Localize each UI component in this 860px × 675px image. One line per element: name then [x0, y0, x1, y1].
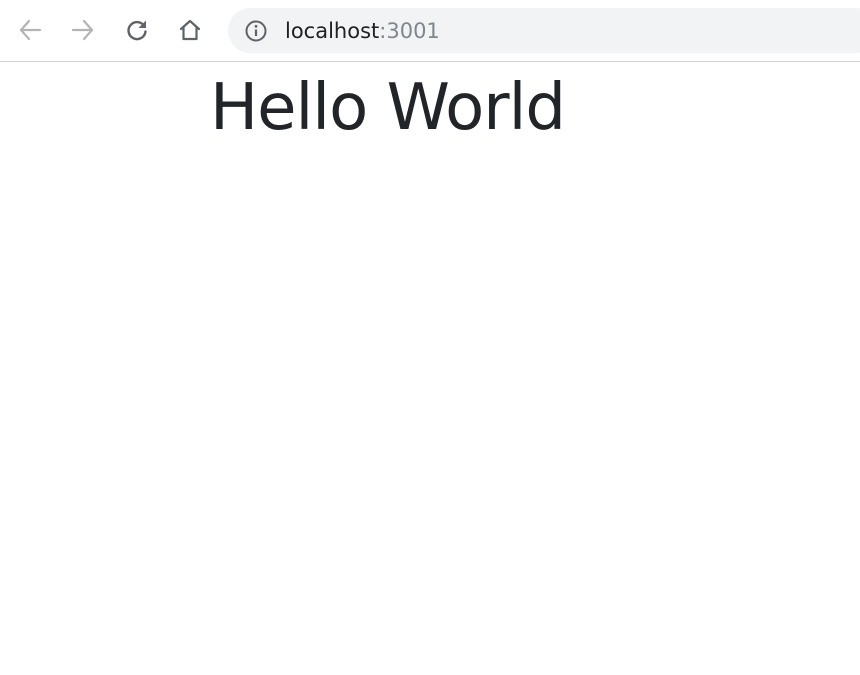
forward-button[interactable] [66, 13, 100, 47]
browser-toolbar: localhost:3001 [0, 0, 860, 62]
page-heading: Hello World [210, 71, 566, 145]
info-icon[interactable] [244, 19, 268, 43]
home-icon [179, 19, 201, 41]
url-port: :3001 [379, 19, 440, 43]
reload-button[interactable] [120, 13, 154, 47]
reload-icon [127, 20, 147, 41]
url-text[interactable]: localhost:3001 [285, 18, 440, 44]
forward-arrow-icon [71, 19, 94, 41]
url-host: localhost [285, 19, 380, 43]
back-button[interactable] [13, 13, 47, 47]
address-bar[interactable]: localhost:3001 [228, 8, 860, 53]
home-button[interactable] [173, 13, 207, 47]
back-arrow-icon [19, 19, 42, 41]
